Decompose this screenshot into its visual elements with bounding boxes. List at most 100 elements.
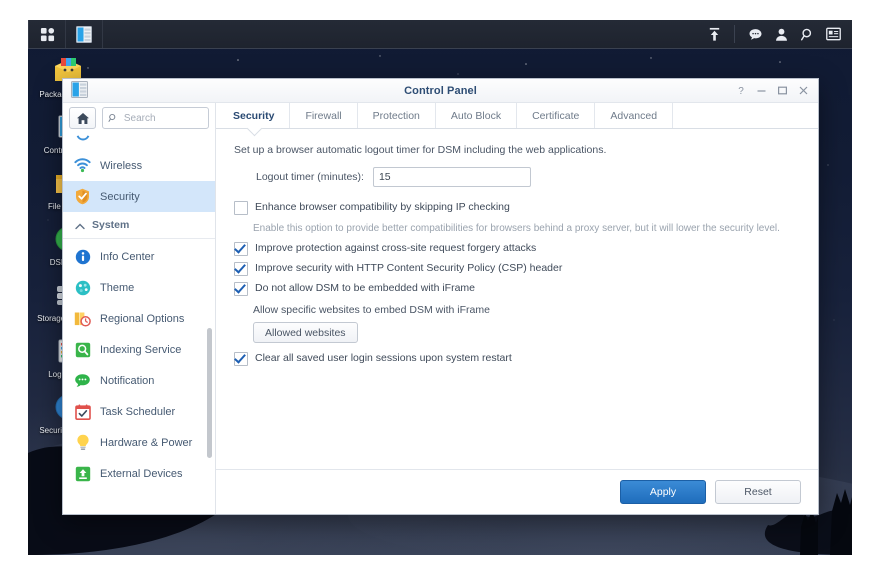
checkbox-row-csp-header[interactable]: Improve security with HTTP Content Secur…	[234, 260, 800, 280]
sidebar-item-label: Info Center	[100, 250, 155, 263]
sidebar: Wireless Security	[63, 103, 216, 514]
window-body: Wireless Security	[63, 103, 818, 514]
sidebar-group-system[interactable]: System	[63, 212, 215, 239]
regional-options-icon	[74, 310, 91, 327]
chevron-up-icon	[75, 221, 85, 230]
checkbox-csrf-protection[interactable]	[234, 242, 248, 256]
window-title: Control Panel	[404, 84, 477, 97]
minimize-icon	[757, 90, 766, 92]
grid-icon	[40, 27, 54, 41]
tab-bar-filler	[673, 103, 818, 128]
tab-auto-block[interactable]: Auto Block	[436, 103, 518, 128]
main-panel: Security Firewall Protection Auto Block …	[216, 103, 818, 514]
maximize-button[interactable]	[772, 79, 793, 102]
shield-icon	[74, 188, 91, 205]
tab-firewall[interactable]: Firewall	[290, 103, 358, 128]
checkbox-row-csrf-protection[interactable]: Improve protection against cross-site re…	[234, 240, 800, 260]
search-icon	[800, 28, 811, 40]
section-description: Set up a browser automatic logout timer …	[234, 144, 607, 156]
sidebar-group-label: System	[92, 219, 130, 231]
widget-icon	[825, 27, 841, 41]
svg-text:?: ?	[738, 86, 744, 96]
taskbar-tray	[701, 20, 852, 48]
apply-button[interactable]: Apply	[620, 480, 706, 504]
checkbox-row-enhance-browser-compatibility[interactable]: Enhance browser compatibility by skippin…	[234, 199, 800, 219]
sidebar-item-security[interactable]: Security	[63, 181, 215, 212]
checkbox-label: Enhance browser compatibility by skippin…	[255, 201, 510, 213]
hint-enhance-browser-compatibility: Enable this option to provide better com…	[253, 223, 780, 234]
checkbox-clear-sessions[interactable]	[234, 352, 248, 366]
logout-timer-input[interactable]	[372, 167, 531, 187]
sidebar-item-hardware-power[interactable]: Hardware & Power	[63, 427, 215, 458]
tab-protection[interactable]: Protection	[358, 103, 436, 128]
allowed-websites-button[interactable]: Allowed websites	[253, 322, 358, 343]
sidebar-item-partial[interactable]	[63, 133, 215, 150]
sidebar-item-indexing-service[interactable]: Indexing Service	[63, 334, 215, 365]
window-titlebar[interactable]: Control Panel ?	[63, 79, 818, 103]
sidebar-item-info-center[interactable]: Info Center	[63, 241, 215, 272]
notifications-button[interactable]	[742, 20, 768, 48]
sidebar-item-label: Theme	[100, 281, 135, 294]
control-panel-window: Control Panel ? Search Wireless Security…	[62, 78, 819, 515]
checkbox-enhance-browser-compatibility[interactable]	[234, 201, 248, 215]
tab-certificate[interactable]: Certificate	[517, 103, 596, 128]
tab-label: Auto Block	[450, 109, 502, 122]
tab-label: Advanced	[610, 109, 658, 122]
widgets-button[interactable]	[820, 20, 846, 48]
sidebar-item-regional-options[interactable]: Regional Options	[63, 303, 215, 334]
reset-button[interactable]: Reset	[715, 480, 801, 504]
tab-advanced[interactable]: Advanced	[595, 103, 674, 128]
checkbox-csp-header[interactable]	[234, 262, 248, 276]
app-menu-button[interactable]	[28, 20, 66, 48]
sidebar-search-box[interactable]	[102, 107, 209, 129]
chat-bubble-icon	[749, 28, 761, 40]
task-scheduler-icon	[74, 403, 91, 420]
tab-security[interactable]: Security	[218, 103, 291, 128]
action-bar: Apply Reset	[216, 469, 818, 514]
minimize-button[interactable]	[751, 79, 772, 102]
checkbox-iframe-embed[interactable]	[234, 282, 248, 296]
control-panel-icon	[69, 80, 91, 100]
desktop-search-button[interactable]	[794, 20, 820, 48]
upload-icon	[709, 27, 719, 41]
tab-label: Certificate	[532, 109, 580, 122]
sidebar-item-label: Security	[100, 190, 140, 203]
home-button[interactable]	[69, 107, 96, 129]
sidebar-scrollbar-thumb[interactable]	[207, 328, 212, 458]
taskbar-item-control-panel[interactable]	[66, 20, 103, 48]
sidebar-item-label: Hardware & Power	[100, 436, 193, 449]
person-icon	[775, 28, 787, 41]
search-icon	[108, 113, 116, 122]
indexing-service-icon	[74, 341, 91, 358]
sidebar-item-task-scheduler[interactable]: Task Scheduler	[63, 396, 215, 427]
taskbar	[28, 20, 852, 49]
logout-timer-label: Logout timer (minutes):	[256, 171, 364, 183]
sidebar-item-external-devices[interactable]: External Devices	[63, 458, 215, 489]
tray-divider	[734, 25, 735, 43]
sidebar-item-wireless[interactable]: Wireless	[63, 150, 215, 181]
lightbulb-icon	[74, 434, 91, 451]
user-menu-button[interactable]	[768, 20, 794, 48]
close-icon	[799, 86, 808, 95]
checkbox-row-iframe-embed[interactable]: Do not allow DSM to be embedded with iFr…	[234, 280, 800, 300]
checkbox-label: Improve protection against cross-site re…	[255, 242, 537, 254]
help-button[interactable]: ?	[730, 79, 751, 102]
sidebar-item-label: Regional Options	[100, 312, 185, 325]
sidebar-item-theme[interactable]: Theme	[63, 272, 215, 303]
notification-icon	[74, 372, 91, 389]
external-devices-icon	[74, 465, 91, 482]
home-icon	[76, 112, 89, 124]
sidebar-item-label: Notification	[100, 374, 155, 387]
checkbox-label: Do not allow DSM to be embedded with iFr…	[255, 282, 476, 294]
checkbox-row-clear-sessions[interactable]: Clear all saved user login sessions upon…	[234, 350, 800, 370]
upload-queue-button[interactable]	[701, 20, 727, 48]
close-button[interactable]	[793, 79, 814, 102]
checkbox-label: Improve security with HTTP Content Secur…	[255, 262, 563, 274]
info-icon	[74, 248, 91, 265]
network-icon	[74, 133, 91, 143]
sidebar-toolbar	[63, 103, 215, 133]
palette-icon	[74, 279, 91, 296]
sidebar-scroll-area: Wireless Security System Info Center The…	[63, 133, 215, 514]
sidebar-item-notification[interactable]: Notification	[63, 365, 215, 396]
search-input[interactable]	[121, 111, 208, 125]
